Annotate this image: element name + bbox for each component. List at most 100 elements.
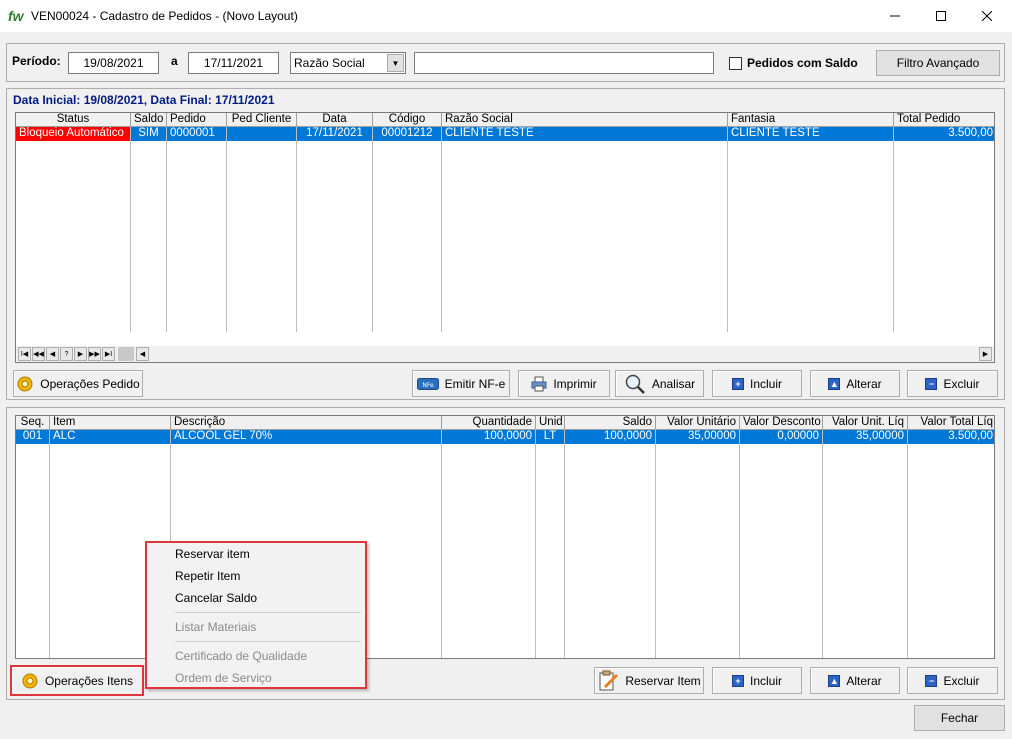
col-valor-unit-liq[interactable]: Valor Unit. Líq — [823, 416, 908, 430]
balance-checkbox-label: Pedidos com Saldo — [747, 56, 858, 70]
grid-line — [166, 127, 167, 332]
cell-codigo: 00001212 — [373, 127, 442, 141]
gear-icon — [17, 376, 33, 391]
col-item[interactable]: Item — [50, 416, 171, 430]
col-total-pedido[interactable]: Total Pedido — [894, 113, 994, 127]
maximize-button[interactable] — [918, 0, 964, 32]
col-ped-cliente[interactable]: Ped Cliente — [227, 113, 297, 127]
col-codigo[interactable]: Código — [373, 113, 442, 127]
item-add-button[interactable]: + Incluir — [712, 667, 802, 694]
to-label: a — [171, 54, 178, 68]
search-record-button[interactable]: ? — [60, 347, 73, 361]
col-saldo[interactable]: Saldo — [131, 113, 167, 127]
menu-item-reserve[interactable]: Reservar item — [147, 543, 365, 565]
close-form-button[interactable]: Fechar — [914, 705, 1005, 731]
prev-page-button[interactable]: ◀◀ — [32, 347, 45, 361]
order-operations-button[interactable]: Operações Pedido — [13, 370, 143, 397]
prev-record-button[interactable]: ◀ — [46, 347, 59, 361]
col-data[interactable]: Data — [297, 113, 373, 127]
scroll-left-button[interactable]: ◀ — [136, 347, 149, 361]
cell-valor-unitario: 35,00000 — [656, 430, 740, 444]
col-valor-desconto[interactable]: Valor Desconto — [740, 416, 823, 430]
last-record-button[interactable]: ▶I — [102, 347, 115, 361]
col-fantasia[interactable]: Fantasia — [728, 113, 894, 127]
cell-saldo: 100,0000 — [565, 430, 656, 444]
clipboard-pencil-icon — [599, 670, 619, 690]
emit-nfe-button[interactable]: NFe Emitir NF-e — [412, 370, 510, 397]
order-edit-button[interactable]: ▲ Alterar — [810, 370, 900, 397]
grid-line — [130, 127, 131, 332]
plus-icon: + — [731, 377, 744, 390]
col-valor-unitario[interactable]: Valor Unitário — [656, 416, 740, 430]
orders-grid[interactable]: Status Saldo Pedido Ped Cliente Data Cód… — [15, 112, 995, 363]
date-to-input[interactable]: 17/11/2021 — [188, 52, 279, 74]
menu-separator — [175, 641, 361, 642]
print-label: Imprimir — [553, 376, 597, 391]
grid-line — [49, 430, 50, 658]
col-saldo[interactable]: Saldo — [565, 416, 656, 430]
item-edit-button[interactable]: ▲ Alterar — [810, 667, 900, 694]
orders-navigator: I◀ ◀◀ ◀ ? ▶ ▶▶ ▶I ◀ ▶ — [16, 346, 994, 362]
col-quantidade[interactable]: Quantidade — [442, 416, 536, 430]
search-input[interactable] — [414, 52, 714, 74]
table-row[interactable]: Bloqueio Automático SIM 0000001 17/11/20… — [16, 127, 994, 141]
col-valor-total-liq[interactable]: Valor Total Líq — [908, 416, 994, 430]
col-pedido[interactable]: Pedido — [167, 113, 227, 127]
minimize-icon — [890, 15, 900, 17]
col-seq[interactable]: Seq. — [16, 416, 50, 430]
period-label: Período: — [12, 54, 61, 68]
chevron-down-icon[interactable]: ▼ — [387, 54, 404, 72]
cell-valor-total-liq: 3.500,00 — [948, 430, 993, 442]
menu-separator — [175, 612, 361, 613]
date-range-label: Data Inicial: 19/08/2021, Data Final: 17… — [13, 93, 275, 107]
title-bar: fw VEN00024 - Cadastro de Pedidos - (Nov… — [0, 0, 1012, 32]
grid-line — [907, 430, 908, 658]
grid-line — [655, 430, 656, 658]
next-record-button[interactable]: ▶ — [74, 347, 87, 361]
col-status[interactable]: Status — [16, 113, 131, 127]
nfe-icon-text: NFe — [422, 382, 434, 389]
cell-unid: LT — [536, 430, 565, 444]
cell-razao-social: CLIENTE TESTE — [442, 127, 728, 141]
maximize-icon — [936, 11, 946, 21]
order-delete-button[interactable]: − Excluir — [907, 370, 998, 397]
grid-line — [727, 127, 728, 332]
scroll-thumb[interactable] — [118, 347, 134, 361]
col-razao-social[interactable]: Razão Social — [442, 113, 728, 127]
cell-data: 17/11/2021 — [297, 127, 373, 141]
analyze-button[interactable]: Analisar — [615, 370, 704, 397]
magnifier-icon — [625, 374, 645, 394]
col-descricao[interactable]: Descrição — [171, 416, 442, 430]
scroll-right-button[interactable]: ▶ — [979, 347, 992, 361]
balance-checkbox[interactable] — [729, 57, 742, 70]
menu-item-repeat[interactable]: Repetir Item — [147, 565, 365, 587]
close-button[interactable] — [964, 0, 1010, 32]
col-unid[interactable]: Unid — [536, 416, 565, 430]
grid-line — [226, 127, 227, 332]
printer-icon — [531, 376, 547, 391]
order-operations-label: Operações Pedido — [40, 376, 140, 391]
search-field-select[interactable]: Razão Social ▼ — [290, 52, 406, 74]
next-page-button[interactable]: ▶▶ — [88, 347, 101, 361]
reserve-item-button[interactable]: Reservar Item — [594, 667, 704, 694]
edit-triangle-icon: ▲ — [828, 674, 841, 687]
item-operations-button[interactable]: Operações Itens — [10, 665, 144, 696]
cell-valor-desconto: 0,00000 — [740, 430, 823, 444]
menu-item-service-order: Ordem de Serviço — [175, 671, 272, 685]
item-operations-context-menu: Reservar item Repetir Item Cancelar Sald… — [145, 541, 367, 689]
table-row[interactable]: 001 ALC ALCOOL GEL 70% 100,0000 LT 100,0… — [16, 430, 994, 444]
print-button[interactable]: Imprimir — [518, 370, 610, 397]
order-add-button[interactable]: + Incluir — [712, 370, 802, 397]
first-record-button[interactable]: I◀ — [18, 347, 31, 361]
menu-item-cancel-balance[interactable]: Cancelar Saldo — [147, 587, 365, 609]
minus-icon: − — [925, 674, 938, 687]
cell-item: ALC — [50, 430, 171, 444]
minimize-button[interactable] — [872, 0, 918, 32]
horizontal-scrollbar[interactable] — [150, 347, 979, 361]
date-from-input[interactable]: 19/08/2021 — [68, 52, 159, 74]
cell-pedido: 0000001 — [167, 127, 227, 141]
order-delete-label: Excluir — [943, 376, 980, 391]
advanced-filter-button[interactable]: Filtro Avançado — [876, 50, 1000, 76]
grid-line — [535, 430, 536, 658]
item-delete-button[interactable]: − Excluir — [907, 667, 998, 694]
